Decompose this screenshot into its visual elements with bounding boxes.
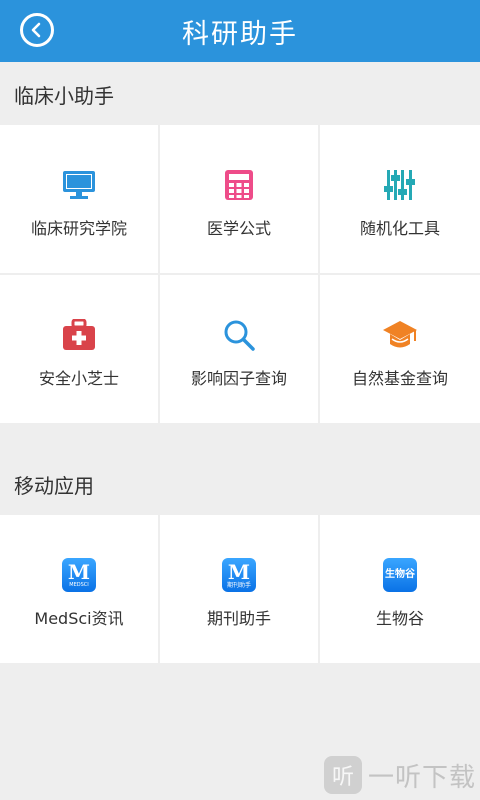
tool-nsf-fund-search[interactable]: 自然基金查询 xyxy=(320,275,480,423)
search-icon xyxy=(221,317,257,353)
chevron-left-icon xyxy=(31,22,41,38)
app-label: 生物谷 xyxy=(375,609,424,628)
tool-label: 医学公式 xyxy=(206,219,271,238)
app-label: 期刊助手 xyxy=(206,609,271,628)
tool-clinical-research-college[interactable]: 临床研究学院 xyxy=(0,125,158,273)
tool-label: 自然基金查询 xyxy=(351,369,448,388)
clinical-tools-grid: 临床研究学院 医学公式 随机化工具 安全小芝士 影响因子查询 自然基金查询 xyxy=(0,125,480,423)
first-aid-kit-icon xyxy=(61,317,97,353)
back-button[interactable] xyxy=(20,13,54,47)
watermark: 听 一听下载 xyxy=(323,756,476,794)
tool-label: 临床研究学院 xyxy=(30,219,127,238)
sliders-icon xyxy=(382,167,418,203)
calculator-icon xyxy=(221,167,257,203)
tool-label: 影响因子查询 xyxy=(190,369,287,388)
app-tile-glyph: 生物谷 xyxy=(385,569,415,580)
app-tile-glyph: M xyxy=(227,559,251,584)
tool-label: 随机化工具 xyxy=(359,219,440,238)
app-journal-assistant[interactable]: M 期刊助手 期刊助手 xyxy=(160,515,318,663)
app-label: MedSci资讯 xyxy=(34,609,124,628)
app-header: 科研助手 xyxy=(0,0,480,62)
monitor-icon xyxy=(61,167,97,203)
medsci-app-icon: M MEDSCI xyxy=(61,557,97,593)
tool-medical-formulas[interactable]: 医学公式 xyxy=(160,125,318,273)
section-title-clinical: 临床小助手 xyxy=(14,84,114,108)
bioon-app-icon: 生物谷 xyxy=(382,557,418,593)
app-bioon[interactable]: 生物谷 生物谷 xyxy=(320,515,480,663)
page-title: 科研助手 xyxy=(182,18,298,50)
tool-label: 安全小芝士 xyxy=(38,369,119,388)
app-medsci-news[interactable]: M MEDSCI MedSci资讯 xyxy=(0,515,158,663)
watermark-logo-icon: 听 xyxy=(323,756,362,794)
section-title-mobile-apps: 移动应用 xyxy=(14,474,94,498)
tool-randomization[interactable]: 随机化工具 xyxy=(320,125,480,273)
watermark-text: 一听下载 xyxy=(367,762,476,793)
journal-app-icon: M 期刊助手 xyxy=(221,557,257,593)
mobile-apps-grid: M MEDSCI MedSci资讯 M 期刊助手 期刊助手 生物谷 生物谷 xyxy=(0,515,480,663)
tool-safety-tips[interactable]: 安全小芝士 xyxy=(0,275,158,423)
app-tile-subtext: MEDSCI xyxy=(69,582,89,588)
graduation-cap-icon xyxy=(382,317,418,353)
app-tile-subtext: 期刊助手 xyxy=(226,581,251,589)
app-tile-glyph: M xyxy=(67,560,91,584)
tool-impact-factor-search[interactable]: 影响因子查询 xyxy=(160,275,318,423)
